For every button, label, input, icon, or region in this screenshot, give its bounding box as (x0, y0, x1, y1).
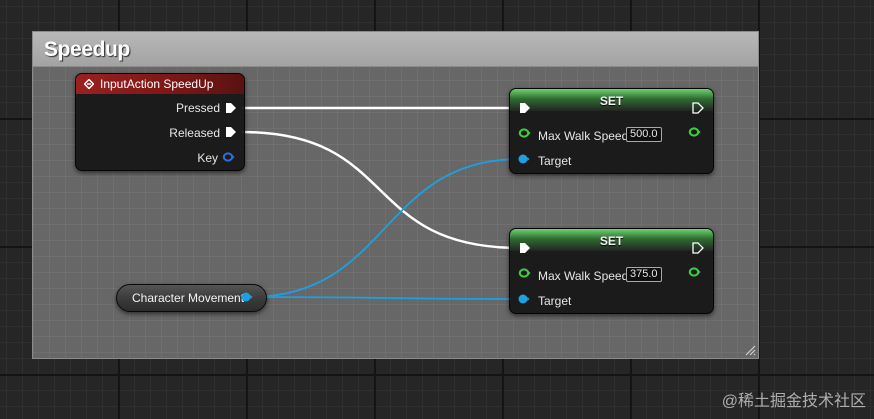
exec-arrow-icon[interactable] (225, 126, 237, 138)
exec-arrow-icon[interactable] (692, 102, 704, 114)
watermark: @稀土掘金技术社区 (721, 393, 866, 410)
object-dot-icon[interactable] (241, 292, 253, 302)
max-walk-speed-label: Max Walk Speed (538, 269, 629, 283)
float-ring-icon[interactable] (688, 127, 701, 137)
event-node-header[interactable]: InputAction SpeedUp (76, 74, 244, 94)
comment-title: Speedup (44, 38, 130, 61)
max-walk-speed-value[interactable]: 375.0 (626, 267, 662, 282)
struct-ring-icon[interactable] (222, 152, 235, 162)
set-node-2[interactable]: SET Max Walk Speed 375.0 Target (509, 228, 714, 314)
max-walk-speed-value[interactable]: 500.0 (626, 127, 662, 142)
set-node-title: SET (599, 234, 624, 248)
resize-grip-icon[interactable] (744, 344, 756, 356)
exec-arrow-icon[interactable] (519, 102, 531, 114)
pin-label-released: Released (169, 126, 220, 140)
set-node-header[interactable]: SET (510, 229, 713, 251)
target-label: Target (538, 294, 572, 308)
object-dot-icon[interactable] (518, 294, 530, 304)
float-ring-icon[interactable] (518, 268, 531, 278)
float-ring-icon[interactable] (518, 128, 531, 138)
event-diamond-icon (84, 79, 94, 89)
exec-arrow-icon[interactable] (692, 242, 704, 254)
target-label: Target (538, 154, 572, 168)
comment-header[interactable]: Speedup (33, 32, 758, 67)
max-walk-speed-label: Max Walk Speed (538, 129, 629, 143)
pin-label-pressed: Pressed (175, 101, 220, 115)
event-node-title: InputAction SpeedUp (100, 77, 214, 91)
object-dot-icon[interactable] (518, 154, 530, 164)
input-action-node[interactable]: InputAction SpeedUp Pressed Released Key (75, 73, 245, 171)
set-node-1[interactable]: SET Max Walk Speed 500.0 Target (509, 88, 714, 174)
exec-arrow-icon[interactable] (225, 102, 237, 114)
float-ring-icon[interactable] (688, 267, 701, 277)
variable-label: Character Movement (132, 291, 245, 305)
set-node-title: SET (599, 94, 624, 108)
exec-arrow-icon[interactable] (519, 242, 531, 254)
set-node-header[interactable]: SET (510, 89, 713, 111)
pin-label-key: Key (197, 151, 218, 165)
